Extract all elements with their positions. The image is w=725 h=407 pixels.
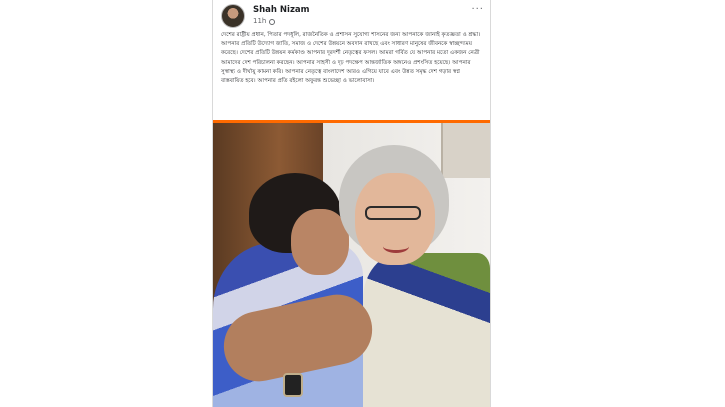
wall-frame — [441, 123, 490, 178]
globe-icon — [269, 18, 276, 25]
post-header: Shah Nizam 11h — [221, 4, 310, 28]
post-time-row: 11h — [253, 16, 310, 27]
wristwatch — [283, 373, 303, 397]
more-options-icon[interactable]: ··· — [471, 4, 484, 15]
eyeglasses — [365, 206, 421, 220]
author-meta: Shah Nizam 11h — [253, 5, 310, 27]
post-timestamp[interactable]: 11h — [253, 16, 266, 27]
post-photo[interactable] — [213, 123, 490, 407]
right-person-sari — [363, 253, 490, 407]
author-name[interactable]: Shah Nizam — [253, 5, 310, 16]
smile — [383, 240, 409, 253]
facebook-post-card: Shah Nizam 11h ··· দেশের রাষ্ট্রীয় প্রধ… — [212, 0, 491, 407]
author-avatar[interactable] — [221, 4, 245, 28]
post-body-text: দেশের রাষ্ট্রীয় প্রধান, পিতার পদধূলি, র… — [221, 32, 481, 85]
